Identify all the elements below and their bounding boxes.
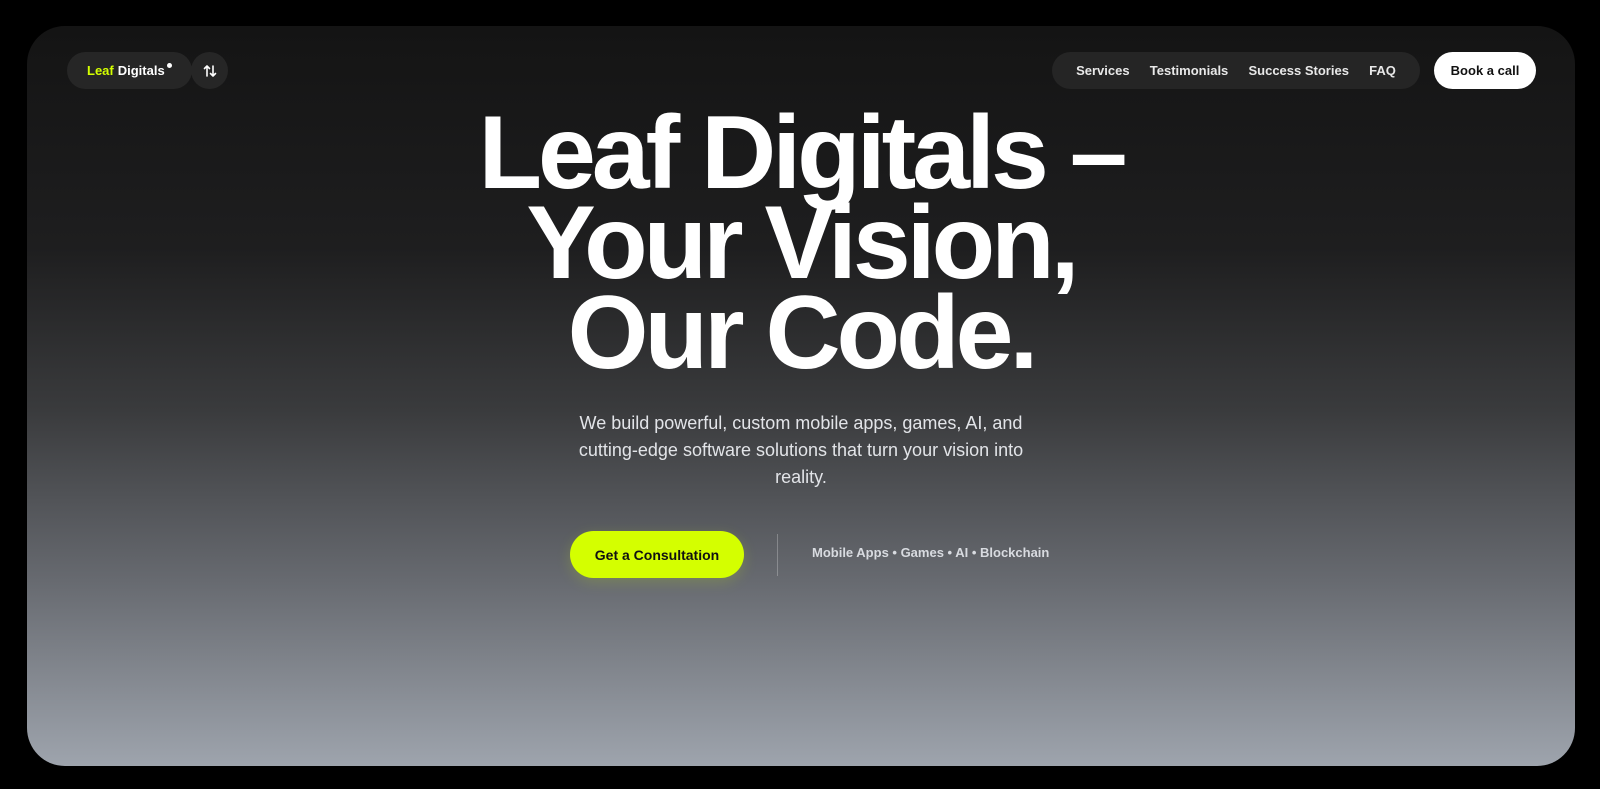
nav-item-services[interactable]: Services bbox=[1076, 63, 1130, 78]
registered-dot-icon bbox=[166, 63, 172, 68]
swap-button[interactable] bbox=[191, 52, 228, 89]
hero-headline: Leaf Digitals – Your Vision, Our Code. bbox=[27, 101, 1575, 391]
nav-item-success-stories[interactable]: Success Stories bbox=[1248, 63, 1348, 78]
brand-leaf-text: Leaf bbox=[87, 63, 114, 78]
get-consultation-button[interactable]: Get a Consultation bbox=[570, 531, 744, 578]
service-tags: Mobile Apps • Games • AI • Blockchain bbox=[812, 545, 1050, 560]
nav-item-testimonials[interactable]: Testimonials bbox=[1150, 63, 1229, 78]
main-nav: Services Testimonials Success Stories FA… bbox=[1052, 52, 1420, 89]
hero-subtext: We build powerful, custom mobile apps, g… bbox=[578, 413, 1024, 487]
cta-divider bbox=[777, 534, 778, 576]
swap-vertical-icon bbox=[203, 64, 216, 77]
hero-headline-line-3: Our Code. bbox=[567, 275, 1039, 391]
brand-digitals-text: Digitals bbox=[117, 63, 165, 78]
hero-frame: Leaf Digitals Services Testimonials Succ… bbox=[27, 26, 1575, 766]
book-call-button[interactable]: Book a call bbox=[1434, 52, 1536, 89]
brand-logo[interactable]: Leaf Digitals bbox=[67, 52, 192, 89]
nav-item-faq[interactable]: FAQ bbox=[1369, 63, 1396, 78]
